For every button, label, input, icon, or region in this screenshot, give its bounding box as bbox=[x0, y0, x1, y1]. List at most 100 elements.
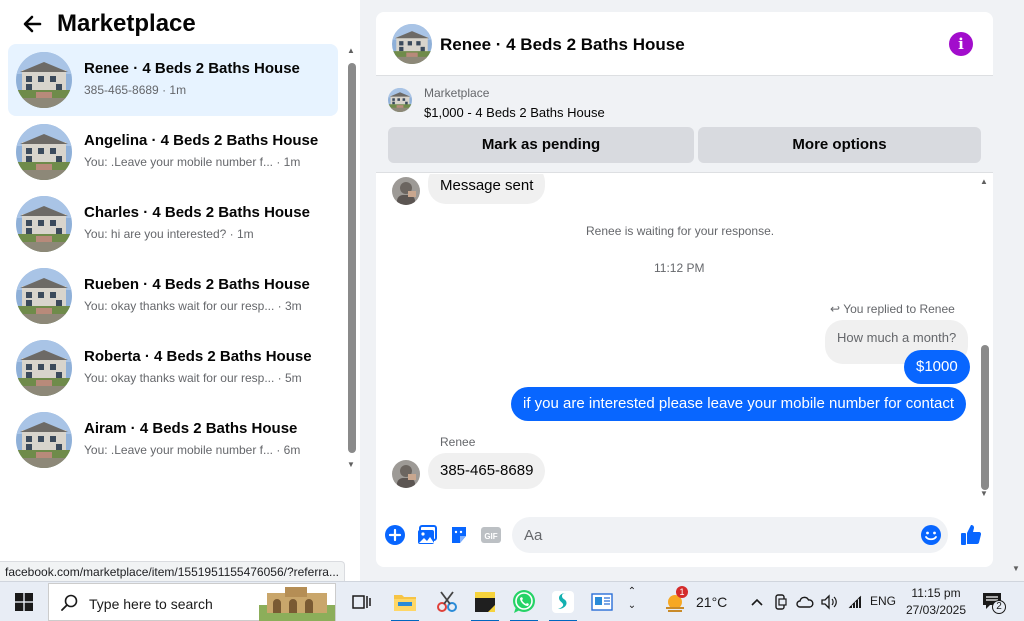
chevron-up-down-icon[interactable]: ⌃ ⌄ bbox=[626, 582, 638, 621]
clock-date[interactable]: 27/03/2025 bbox=[905, 603, 967, 617]
message-thread: Message sent Renee is waiting for your r… bbox=[376, 174, 993, 507]
listing-label: Marketplace bbox=[424, 86, 490, 100]
notification-center-icon[interactable]: 2 bbox=[982, 592, 1006, 614]
conversation-sidebar: Marketplace Renee · 4 Beds 2 Baths House… bbox=[0, 0, 360, 581]
listing-avatar bbox=[16, 124, 72, 180]
conversation-snippet: 385-465-8689 · 1m bbox=[84, 83, 187, 97]
listing-avatar bbox=[16, 412, 72, 468]
conversation-snippet: You: hi are you interested? · 1m bbox=[84, 227, 254, 241]
scroll-down-icon[interactable]: ▼ bbox=[1012, 564, 1020, 573]
conversation-name: Angelina · 4 Beds 2 Baths House bbox=[84, 132, 319, 149]
page-title: Marketplace bbox=[57, 10, 196, 37]
info-icon[interactable]: i bbox=[949, 32, 973, 56]
listing-banner: Marketplace $1,000 - 4 Beds 2 Baths Hous… bbox=[376, 76, 993, 173]
message-input[interactable] bbox=[512, 517, 948, 553]
windows-taskbar: Type here to search ⌃ ⌄ 1 21°C ENG 11:15… bbox=[0, 581, 1024, 621]
sender-avatar bbox=[392, 177, 420, 205]
show-hidden-icons-icon[interactable] bbox=[748, 593, 766, 611]
sender-name: Renee bbox=[440, 435, 476, 449]
conversation-name: Roberta · 4 Beds 2 Baths House bbox=[84, 348, 312, 365]
search-icon bbox=[61, 594, 78, 611]
emoji-icon[interactable] bbox=[920, 524, 942, 546]
sidebar-scrollbar[interactable]: ▲ ▼ bbox=[344, 46, 358, 472]
taskbar-search-box[interactable]: Type here to search bbox=[48, 583, 336, 621]
task-view-icon[interactable] bbox=[346, 586, 378, 618]
conversation-item-charles[interactable]: Charles · 4 Beds 2 Baths House You: hi a… bbox=[8, 188, 338, 260]
gif-icon[interactable]: GIF bbox=[480, 524, 502, 546]
replied-to-label: ↩ You replied to Renee bbox=[830, 302, 955, 316]
whatsapp-icon[interactable] bbox=[508, 586, 540, 621]
notification-count: 2 bbox=[992, 600, 1006, 614]
conversation-name: Charles · 4 Beds 2 Baths House bbox=[84, 204, 310, 221]
sidebar-header: Marketplace bbox=[0, 0, 360, 48]
scrollbar-thumb[interactable] bbox=[981, 345, 989, 490]
sticker-icon[interactable] bbox=[448, 524, 470, 546]
sender-avatar bbox=[392, 460, 420, 488]
conversation-snippet: You: .Leave your mobile number f... · 1m bbox=[84, 155, 301, 169]
page-scrollbar[interactable]: ▼ bbox=[1008, 0, 1024, 581]
news-icon[interactable] bbox=[586, 586, 618, 618]
weather-icon[interactable]: 1 bbox=[664, 586, 690, 614]
scroll-up-icon[interactable]: ▲ bbox=[347, 46, 355, 55]
surfshark-icon[interactable] bbox=[547, 586, 579, 621]
photo-icon[interactable] bbox=[416, 524, 438, 546]
chat-title[interactable]: Renee · 4 Beds 2 Baths House bbox=[440, 35, 685, 55]
replied-to-text: You replied to Renee bbox=[843, 302, 955, 316]
listing-avatar bbox=[16, 268, 72, 324]
conversation-name: Airam · 4 Beds 2 Baths House bbox=[84, 420, 298, 437]
message-bubble[interactable]: 385-465-8689 bbox=[428, 453, 546, 489]
conversation-snippet: You: okay thanks wait for our resp... · … bbox=[84, 299, 302, 313]
clock-time[interactable]: 11:15 pm bbox=[907, 586, 965, 600]
file-explorer-icon[interactable] bbox=[389, 586, 421, 621]
weather-badge: 1 bbox=[676, 586, 688, 598]
search-placeholder: Type here to search bbox=[89, 596, 213, 612]
back-arrow-icon[interactable] bbox=[20, 12, 44, 36]
conversation-snippet: You: okay thanks wait for our resp... · … bbox=[84, 371, 302, 385]
waiting-notice: Renee is waiting for your response. bbox=[586, 224, 775, 238]
meet-now-icon[interactable] bbox=[772, 593, 790, 611]
listing-price-title[interactable]: $1,000 - 4 Beds 2 Baths House bbox=[424, 105, 605, 120]
conversation-item-roberta[interactable]: Roberta · 4 Beds 2 Baths House You: okay… bbox=[8, 332, 338, 404]
chat-scrollbar[interactable]: ▲ ▼ bbox=[978, 177, 992, 502]
message-bubble: Message sent bbox=[428, 174, 546, 204]
svg-text:GIF: GIF bbox=[484, 532, 497, 541]
windows-start-icon[interactable] bbox=[0, 582, 48, 621]
message-composer: GIF bbox=[376, 512, 993, 560]
chat-window: Renee · 4 Beds 2 Baths House i Marketpla… bbox=[376, 12, 993, 567]
conversation-item-angelina[interactable]: Angelina · 4 Beds 2 Baths House You: .Le… bbox=[8, 116, 338, 188]
conversation-name: Renee · 4 Beds 2 Baths House bbox=[84, 60, 300, 77]
message-bubble[interactable]: $1000 bbox=[904, 350, 970, 384]
conversation-item-rueben[interactable]: Rueben · 4 Beds 2 Baths House You: okay … bbox=[8, 260, 338, 332]
timestamp: 11:12 PM bbox=[654, 261, 705, 275]
reply-arrow-icon: ↩ bbox=[830, 302, 841, 316]
sticky-notes-icon[interactable] bbox=[469, 586, 501, 621]
chat-avatar[interactable] bbox=[392, 24, 432, 64]
chat-header: Renee · 4 Beds 2 Baths House i bbox=[376, 12, 993, 76]
conversation-name: Rueben · 4 Beds 2 Baths House bbox=[84, 276, 310, 293]
listing-avatar bbox=[16, 52, 72, 108]
scroll-down-icon[interactable]: ▼ bbox=[347, 460, 355, 469]
volume-icon[interactable] bbox=[820, 593, 838, 611]
listing-avatar bbox=[16, 196, 72, 252]
language-indicator[interactable]: ENG bbox=[870, 594, 896, 608]
onedrive-icon[interactable] bbox=[796, 593, 814, 611]
listing-thumbnail[interactable] bbox=[388, 88, 412, 112]
conversation-list: Renee · 4 Beds 2 Baths House 385-465-868… bbox=[8, 44, 338, 476]
thumbs-up-icon[interactable] bbox=[960, 524, 982, 546]
message-bubble[interactable]: if you are interested please leave your … bbox=[511, 387, 967, 421]
conversation-item-renee[interactable]: Renee · 4 Beds 2 Baths House 385-465-868… bbox=[8, 44, 338, 116]
listing-avatar bbox=[16, 340, 72, 396]
snipping-tool-icon[interactable] bbox=[431, 586, 463, 618]
scrollbar-thumb[interactable] bbox=[348, 63, 356, 453]
plus-icon[interactable] bbox=[384, 524, 406, 546]
status-bar-url: facebook.com/marketplace/item/1551951155… bbox=[0, 561, 345, 581]
wifi-icon[interactable] bbox=[846, 593, 864, 611]
weather-temperature[interactable]: 21°C bbox=[696, 594, 727, 610]
more-options-button[interactable]: More options bbox=[698, 127, 981, 163]
scroll-up-icon[interactable]: ▲ bbox=[980, 177, 988, 186]
search-highlight-icon bbox=[259, 587, 335, 621]
conversation-snippet: You: .Leave your mobile number f... · 6m bbox=[84, 443, 301, 457]
scroll-down-icon[interactable]: ▼ bbox=[980, 489, 988, 498]
conversation-item-airam[interactable]: Airam · 4 Beds 2 Baths House You: .Leave… bbox=[8, 404, 338, 476]
mark-as-pending-button[interactable]: Mark as pending bbox=[388, 127, 694, 163]
